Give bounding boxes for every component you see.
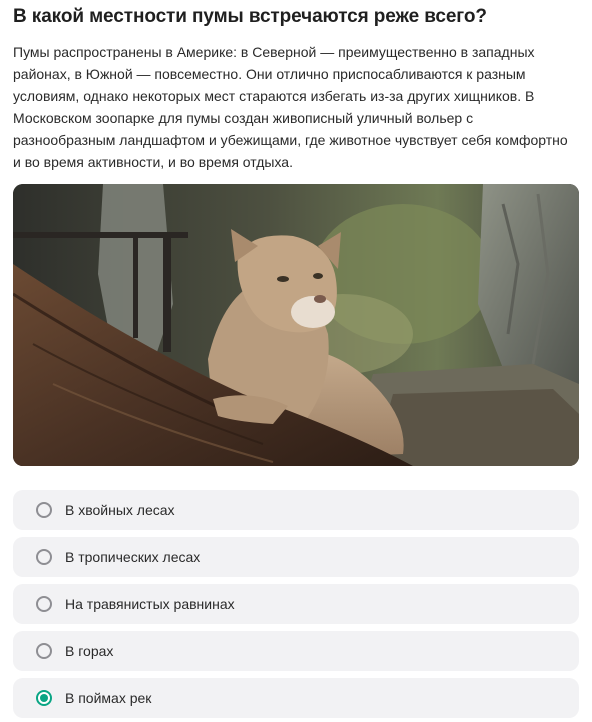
radio-button[interactable]	[36, 643, 52, 659]
option-label: В горах	[65, 643, 114, 659]
option-label: На травянистых равнинах	[65, 596, 235, 612]
question-title: В какой местности пумы встречаются реже …	[13, 6, 487, 27]
option-2[interactable]: В тропических лесах	[13, 537, 579, 577]
option-4[interactable]: В горах	[13, 631, 579, 671]
option-5[interactable]: В поймах рек	[13, 678, 579, 718]
option-3[interactable]: На травянистых равнинах	[13, 584, 579, 624]
option-label: В тропических лесах	[65, 549, 201, 565]
puma-photo	[13, 184, 579, 466]
question-text: Пумы распространены в Америке: в Северно…	[13, 44, 568, 170]
radio-button[interactable]	[36, 549, 52, 565]
radio-button-selected[interactable]	[36, 690, 52, 706]
quiz-page: В какой местности пумы встречаются реже …	[0, 0, 592, 722]
option-1[interactable]: В хвойных лесах	[13, 490, 579, 530]
radio-button[interactable]	[36, 596, 52, 612]
option-label: В хвойных лесах	[65, 502, 175, 518]
answer-options: В хвойных лесах В тропических лесах На т…	[13, 490, 579, 722]
option-label: В поймах рек	[65, 690, 152, 706]
radio-button[interactable]	[36, 502, 52, 518]
